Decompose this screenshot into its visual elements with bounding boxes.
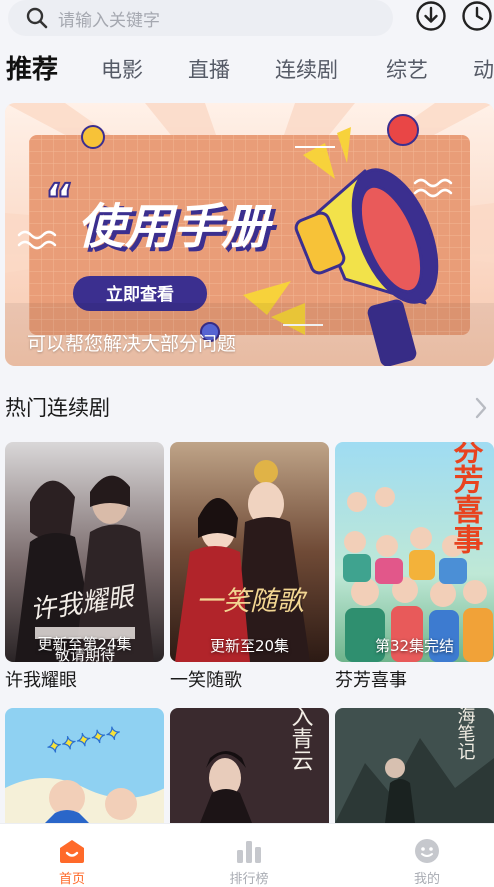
tab-live[interactable]: 直播 xyxy=(188,50,230,90)
tab-movie[interactable]: 电影 xyxy=(101,50,143,90)
poster-image: 芬芳喜事 xyxy=(335,442,494,662)
update-badge: 第32集完结 xyxy=(374,637,455,655)
svg-text:立即查看: 立即查看 xyxy=(106,284,174,305)
search-input[interactable]: 请输入关键字 xyxy=(8,0,393,36)
nav-ranking[interactable]: 排行榜 xyxy=(199,824,299,887)
poster-image: 一笑随歌 xyxy=(170,442,329,662)
drama-card-6[interactable]: 藏海笔记 xyxy=(335,708,494,823)
section-title: 热门连续剧 xyxy=(5,396,110,420)
svg-text:“: “ xyxy=(45,175,74,226)
update-badge: 更新至20集 xyxy=(209,637,290,655)
category-tabs: 推荐 电影 直播 连续剧 综艺 动 xyxy=(0,50,494,90)
download-icon[interactable] xyxy=(415,0,447,32)
banner-caption: 可以帮您解决大部分问题 xyxy=(27,333,237,355)
banner-button[interactable]: 立即查看 xyxy=(106,284,174,305)
chart-icon xyxy=(237,841,261,863)
bottom-nav: 首页 排行榜 我的 xyxy=(0,823,494,887)
card-title[interactable]: 芬芳喜事 xyxy=(335,666,407,692)
nav-home[interactable]: 首页 xyxy=(22,824,122,887)
card-title[interactable]: 一笑随歌 xyxy=(170,666,242,692)
tab-series[interactable]: 连续剧 xyxy=(275,50,338,90)
svg-text:入青云: 入青云 xyxy=(288,708,314,771)
poster-title-art: 藏海笔记 xyxy=(455,708,476,760)
update-badge: 更新至第24集 xyxy=(37,635,132,653)
svg-text:一笑随歌: 一笑随歌 xyxy=(196,586,308,617)
banner-headline: 使用手册 xyxy=(77,199,274,255)
nav-ranking-label: 排行榜 xyxy=(229,872,269,887)
nav-profile-label: 我的 xyxy=(413,872,440,887)
drama-card-1[interactable]: 许我耀眼 敬请期待 更新至第24集 xyxy=(5,442,164,662)
nav-home-label: 首页 xyxy=(58,872,85,887)
poster-title-art: 入青云 xyxy=(288,708,314,771)
banner[interactable]: “ 使用手册 使用手册 立即查看 可以帮您解决大部分问题 xyxy=(5,103,494,366)
search-icon xyxy=(26,7,48,29)
poster-title-art: 芬芳喜事 xyxy=(448,442,484,554)
card-title[interactable]: 许我耀眼 xyxy=(5,666,77,692)
chevron-right-icon[interactable] xyxy=(474,396,488,420)
nav-profile[interactable]: 我的 xyxy=(377,824,477,887)
drama-card-4[interactable]: ✦✦✦✦✦ xyxy=(5,708,164,823)
history-icon[interactable] xyxy=(461,0,493,32)
top-bar: 请输入关键字 xyxy=(0,0,494,40)
drama-card-5[interactable]: 入青云 xyxy=(170,708,329,823)
drama-card-3[interactable]: 芬芳喜事 第32集完结 xyxy=(335,442,494,662)
tab-recommend[interactable]: 推荐 xyxy=(6,50,58,90)
search-placeholder: 请输入关键字 xyxy=(58,10,160,31)
smile-icon xyxy=(415,839,439,863)
poster-image: 入青云 xyxy=(170,708,329,823)
svg-text:藏海笔记: 藏海笔记 xyxy=(455,708,476,760)
poster-title-art: 一笑随歌 xyxy=(196,586,308,617)
poster-image: 许我耀眼 敬请期待 xyxy=(5,442,164,662)
poster-image: ✦✦✦✦✦ xyxy=(5,708,164,823)
tab-variety[interactable]: 综艺 xyxy=(386,50,428,90)
poster-image: 藏海笔记 xyxy=(335,708,494,823)
banner-illustration: “ 使用手册 使用手册 立即查看 xyxy=(5,103,494,366)
tab-anime[interactable]: 动 xyxy=(473,50,494,90)
svg-text:芬芳喜事: 芬芳喜事 xyxy=(448,442,484,554)
home-icon xyxy=(60,840,84,863)
svg-text:使用手册: 使用手册 xyxy=(77,199,274,255)
drama-card-2[interactable]: 一笑随歌 更新至20集 xyxy=(170,442,329,662)
